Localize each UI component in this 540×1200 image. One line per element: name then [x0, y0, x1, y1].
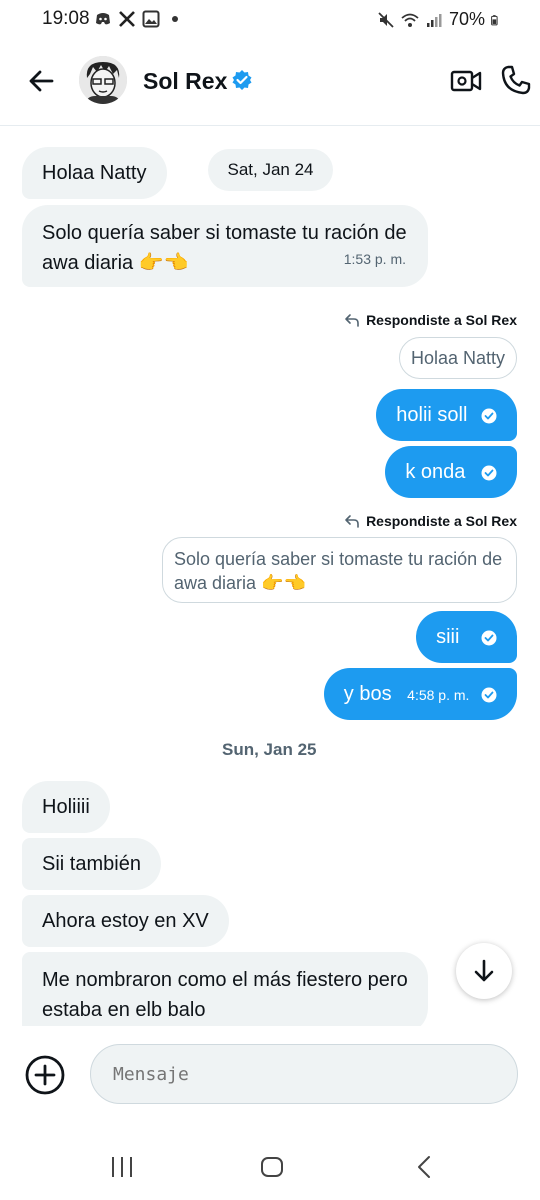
recent-apps-icon[interactable]: [110, 1154, 134, 1180]
read-check-icon: [481, 408, 497, 424]
scroll-to-bottom-button[interactable]: [456, 943, 512, 999]
message-incoming[interactable]: Holiiii: [22, 781, 110, 833]
message-outgoing[interactable]: siii: [416, 611, 517, 663]
reply-label: Respondiste a Sol Rex: [366, 513, 517, 529]
signal-icon: [426, 13, 442, 27]
message-time: 1:53 p. m.: [343, 251, 406, 267]
reply-indicator: Respondiste a Sol Rex: [344, 312, 517, 328]
back-arrow-icon[interactable]: [24, 64, 58, 98]
message-outgoing[interactable]: holii soll: [376, 389, 517, 441]
reply-icon: [345, 314, 359, 327]
message-incoming[interactable]: Me nombraron como el más fiestero pero e…: [22, 952, 428, 1034]
reply-indicator: Respondiste a Sol Rex: [344, 513, 517, 529]
message-text: y bos: [343, 683, 392, 705]
read-check-icon: [481, 630, 497, 646]
message-incoming[interactable]: Ahora estoy en XV: [22, 895, 229, 947]
read-check-icon: [481, 465, 497, 481]
discord-icon: [96, 13, 110, 25]
status-bar: 19:08 70%: [0, 0, 540, 38]
date-label: Sat, Jan 24: [227, 160, 314, 179]
date-separator: Sat, Jan 24: [208, 149, 333, 191]
message-incoming[interactable]: Holaa Natty: [22, 147, 167, 199]
dot-icon: [172, 16, 178, 22]
reply-icon: [345, 515, 359, 528]
message-text: siii: [436, 626, 460, 648]
message-text: holii soll: [396, 404, 468, 426]
chat-header: Sol Rex: [0, 40, 540, 126]
status-time: 19:08: [42, 8, 90, 29]
wifi-icon: [401, 13, 419, 27]
add-media-icon[interactable]: [24, 1054, 66, 1096]
quoted-text: Holaa Natty: [410, 348, 505, 368]
message-outgoing[interactable]: k onda: [385, 446, 517, 498]
video-call-icon[interactable]: [450, 66, 482, 96]
message-text: Ahora estoy en XV: [42, 910, 209, 932]
contact-avatar[interactable]: [79, 56, 127, 104]
message-input[interactable]: [90, 1044, 518, 1104]
message-time: 4:58 p. m.: [407, 687, 470, 703]
message-text: k onda: [405, 461, 466, 483]
nav-back-icon[interactable]: [414, 1154, 434, 1180]
message-text: Holiiii: [42, 796, 90, 818]
arrow-down-icon: [474, 959, 494, 982]
message-text: Sii también: [42, 853, 141, 875]
notification-icons: [94, 10, 184, 28]
quoted-message[interactable]: Holaa Natty: [398, 337, 517, 379]
verified-badge-icon: [232, 70, 252, 90]
quoted-text: Solo quería saber si tomaste tu ración d…: [174, 549, 503, 593]
system-icons: 70%: [377, 9, 502, 30]
message-incoming[interactable]: Sii también: [22, 838, 161, 890]
message-text: Me nombraron como el más fiestero pero e…: [42, 969, 408, 1021]
home-icon[interactable]: [260, 1154, 284, 1180]
composer: [0, 1026, 540, 1126]
read-check-icon: [481, 687, 497, 703]
phone-call-icon[interactable]: [500, 64, 532, 96]
gallery-icon: [142, 10, 160, 28]
battery-percent: 70%: [448, 9, 485, 29]
quoted-message[interactable]: Solo quería saber si tomaste tu ración d…: [162, 537, 517, 603]
reply-label: Respondiste a Sol Rex: [366, 312, 517, 328]
mute-icon: [378, 11, 394, 28]
battery-icon: [491, 14, 498, 25]
message-text: Holaa Natty: [42, 162, 147, 184]
contact-name[interactable]: Sol Rex: [143, 68, 227, 95]
date-separator: Sun, Jan 25: [222, 740, 316, 760]
android-nav-bar: [0, 1140, 540, 1200]
x-logo-icon: [119, 11, 135, 27]
message-outgoing[interactable]: y bos 4:58 p. m.: [323, 668, 517, 720]
date-label: Sun, Jan 25: [222, 740, 317, 759]
message-incoming[interactable]: Solo quería saber si tomaste tu ración d…: [22, 205, 428, 287]
